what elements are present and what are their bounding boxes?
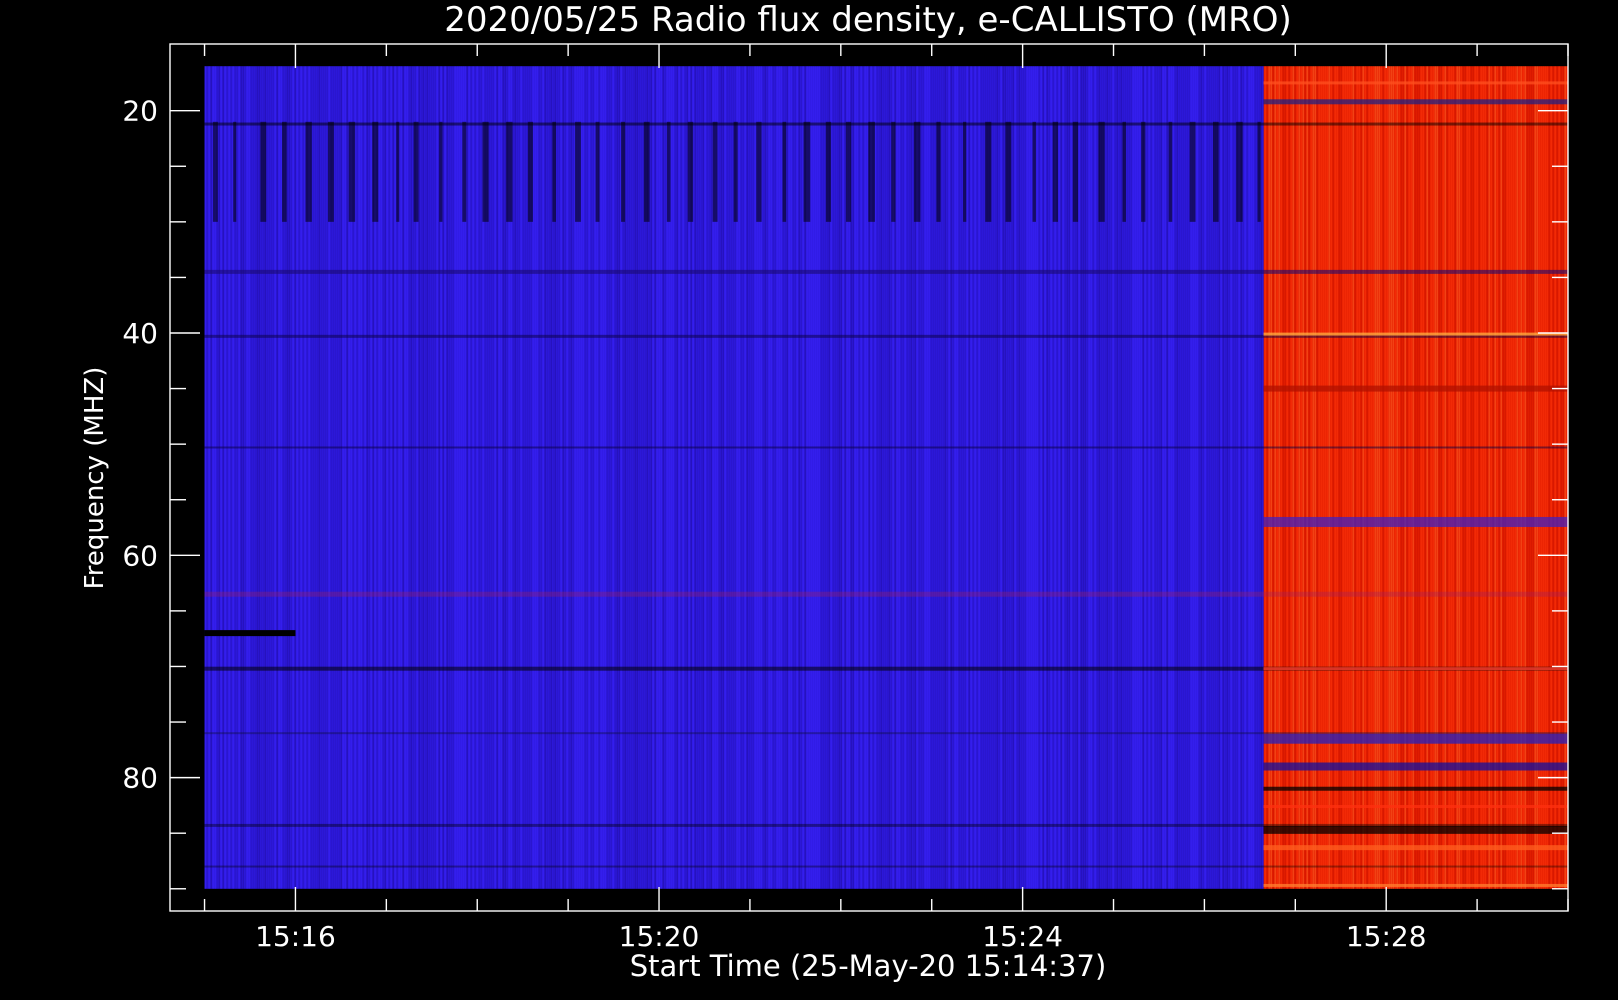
x-tick-label: 15:28 <box>1346 920 1427 953</box>
y-axis-label: Frequency (MHZ) <box>80 367 110 590</box>
chart-title: 2020/05/25 Radio flux density, e-CALLIST… <box>444 0 1292 40</box>
x-axis-label: Start Time (25-May-20 15:14:37) <box>630 949 1107 983</box>
y-tick-label: 80 <box>122 762 158 795</box>
y-tick-label: 40 <box>122 317 158 350</box>
y-tick-label: 60 <box>122 539 158 572</box>
y-tick-label: 20 <box>122 95 158 128</box>
x-tick-label: 15:16 <box>255 920 336 953</box>
spectrogram-chart: 15:16 15:20 15:24 15:28 20406080 2020/05/25… <box>0 0 1618 1000</box>
spectrogram-heatmap <box>204 66 1568 889</box>
